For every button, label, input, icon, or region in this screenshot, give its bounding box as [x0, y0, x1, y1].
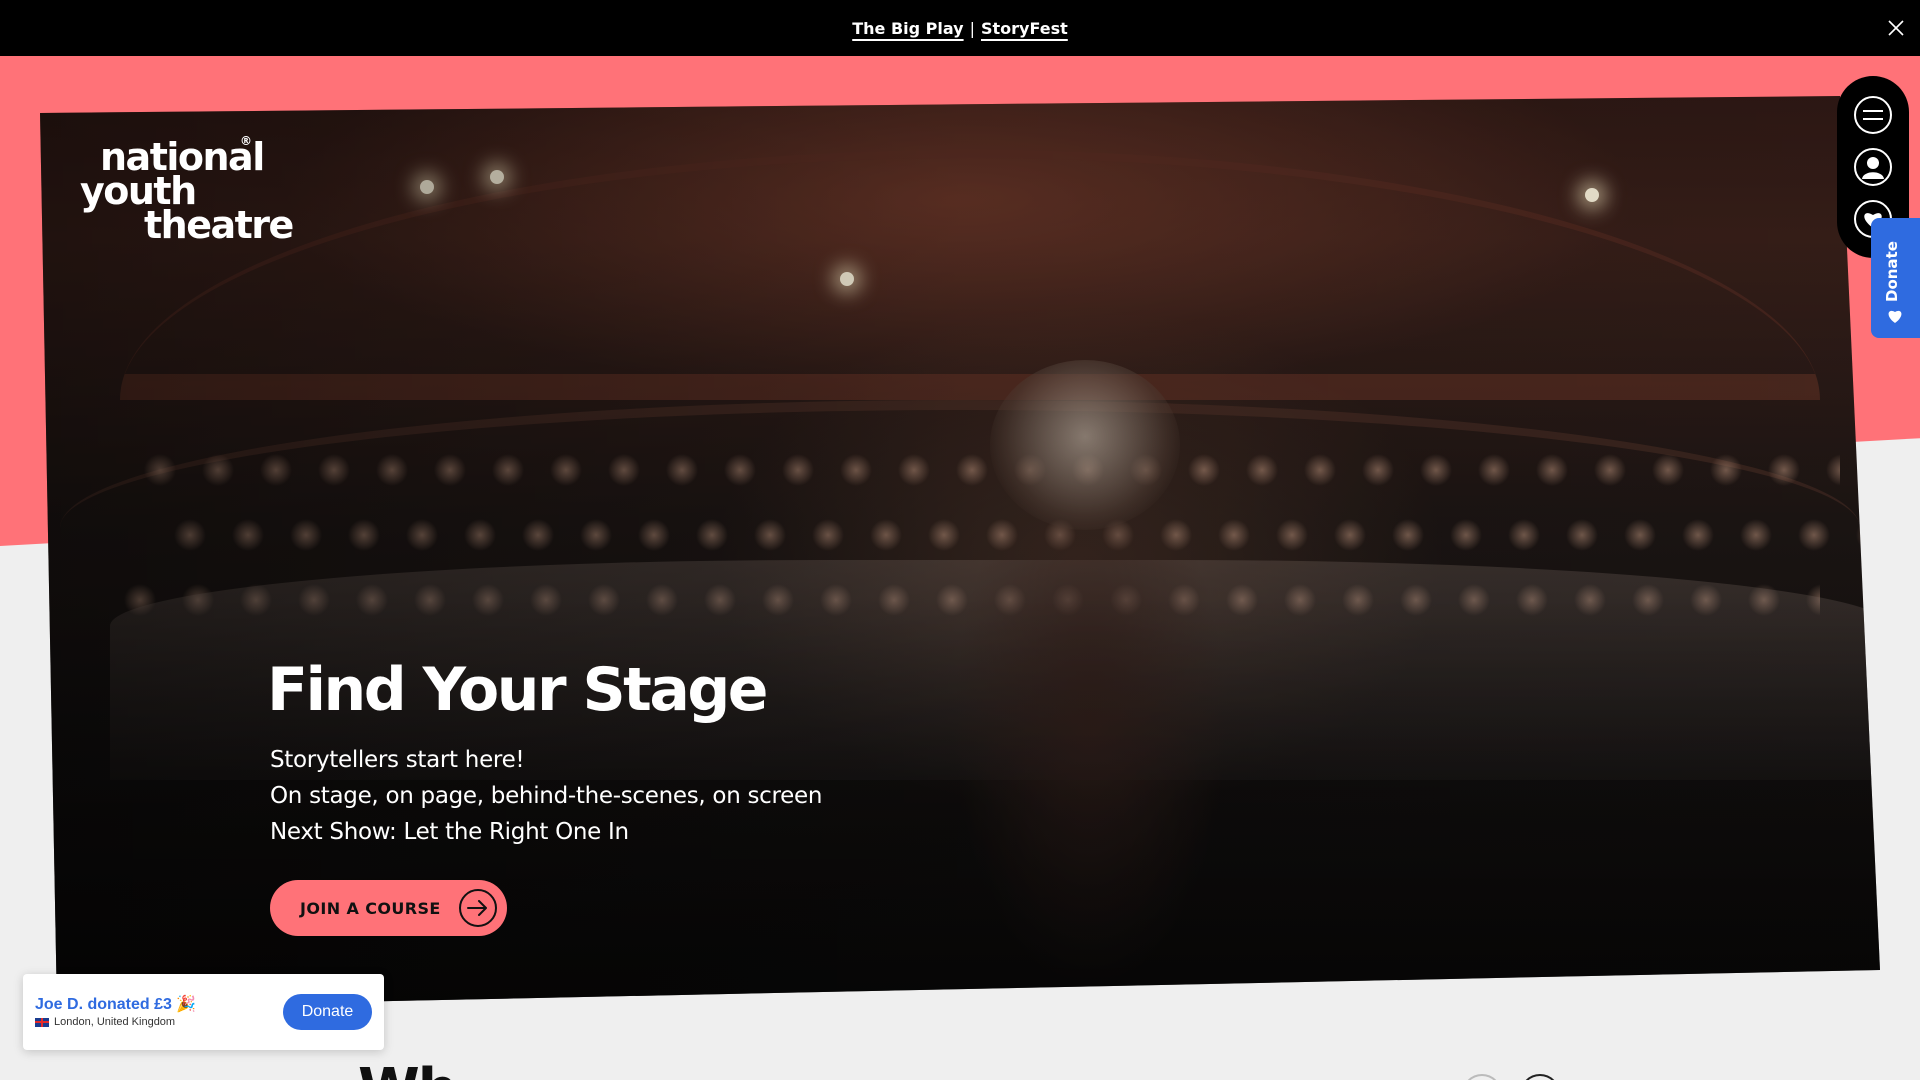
donation-location-text: London, United Kingdom [54, 1016, 176, 1028]
arrow-right-icon [459, 889, 497, 927]
heart-icon [1888, 310, 1902, 323]
join-course-button[interactable]: JOIN A COURSE [270, 880, 507, 936]
donate-side-tab[interactable]: Donate [1871, 218, 1920, 338]
donation-location: London, United Kingdom [35, 1016, 175, 1028]
toast-donate-button[interactable]: Donate [283, 994, 372, 1030]
uk-flag-icon [35, 1017, 49, 1027]
logo-registered-mark: ® [240, 134, 252, 148]
announcement-bar: The Big Play | StoryFest [0, 0, 1920, 56]
storyfest-link[interactable]: StoryFest [981, 19, 1068, 38]
hero-subtext: Storytellers start here! On stage, on pa… [270, 742, 822, 850]
big-play-link[interactable]: The Big Play [852, 19, 963, 38]
hero-line: On stage, on page, behind-the-scenes, on… [270, 783, 823, 809]
donation-message: Joe D. donated £3 🎉 [35, 996, 197, 1013]
donate-tab-label: Donate [1883, 241, 1901, 302]
close-icon[interactable] [1886, 18, 1906, 38]
section-heading: Wh [358, 1062, 458, 1080]
menu-icon[interactable] [1854, 96, 1892, 134]
logo-line-theatre: theatre [144, 203, 294, 248]
hero-line: Next Show: Let the Right One In [270, 819, 629, 845]
account-icon[interactable] [1854, 148, 1892, 186]
hero-title: Find Your Stage [267, 655, 768, 725]
carousel-prev-button[interactable] [1462, 1074, 1502, 1080]
donation-notification: Joe D. donated £3 🎉 London, United Kingd… [23, 974, 384, 1050]
nyt-logo[interactable]: national ® youth theatre [80, 135, 294, 248]
carousel-next-button[interactable] [1520, 1074, 1560, 1080]
announcement-separator: | [969, 18, 975, 38]
hero-line: Storytellers start here! [270, 747, 525, 773]
join-course-label: JOIN A COURSE [300, 898, 441, 918]
